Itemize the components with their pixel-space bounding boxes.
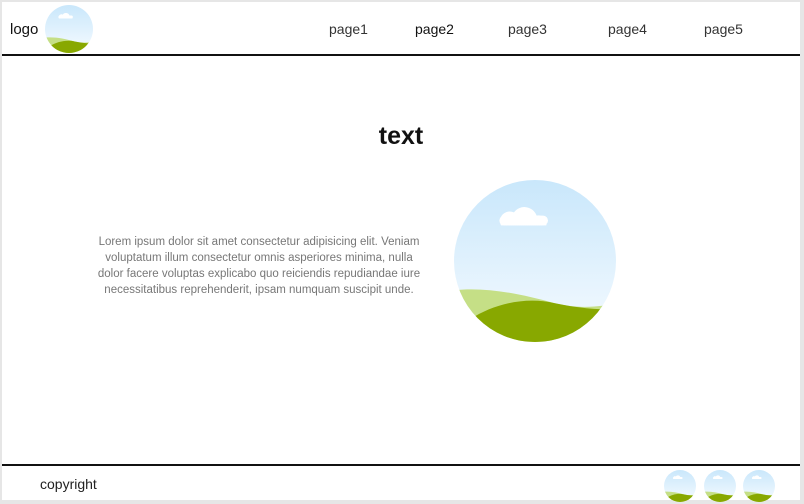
site-header: logo page1 page2 page3 page4 page5 — [2, 2, 800, 56]
social-icon-1[interactable] — [664, 470, 696, 502]
nav-item-page5[interactable]: page5 — [704, 21, 743, 37]
logo-image-icon[interactable] — [45, 5, 93, 53]
social-icon-3[interactable] — [743, 470, 775, 502]
landscape-image-icon — [454, 180, 616, 342]
social-icon-2[interactable] — [704, 470, 736, 502]
nav-item-page1[interactable]: page1 — [329, 21, 368, 37]
body-paragraph: Lorem ipsum dolor sit amet consectetur a… — [97, 236, 421, 296]
copyright-text: copyright — [40, 476, 97, 492]
page-title: text — [378, 122, 424, 150]
logo-text[interactable]: logo — [10, 21, 38, 38]
nav-item-page3[interactable]: page3 — [508, 21, 547, 37]
page-frame: logo page1 page2 page3 page4 page5 text … — [2, 2, 800, 500]
site-footer: copyright — [2, 464, 800, 502]
nav-item-page4[interactable]: page4 — [608, 21, 647, 37]
nav-item-page2[interactable]: page2 — [415, 21, 454, 37]
